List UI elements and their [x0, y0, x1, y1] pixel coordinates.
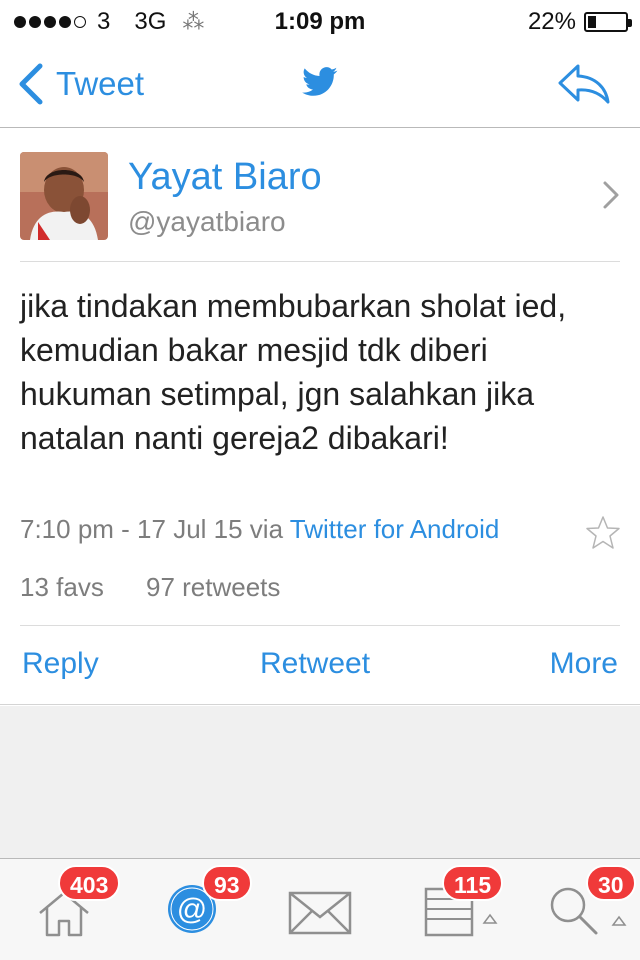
retweet-button[interactable]: Retweet: [260, 647, 370, 681]
reply-arrow-icon[interactable]: [556, 62, 612, 106]
status-right: 22%: [527, 8, 632, 36]
tab-home[interactable]: 403: [0, 859, 128, 960]
svg-text:@: @: [177, 893, 207, 926]
favs-count[interactable]: 13 favs: [20, 572, 104, 603]
chevron-right-icon: [603, 181, 619, 209]
mentions-badge: 93: [202, 865, 252, 901]
tab-bar: 403 @ 93 115 30: [0, 858, 640, 960]
search-badge: 30: [586, 865, 636, 901]
tweet-stats: 13 favs 97 retweets: [20, 552, 620, 626]
battery-percent: 22%: [527, 8, 576, 35]
retweets-count[interactable]: 97 retweets: [146, 572, 280, 603]
avatar: [20, 152, 108, 240]
messages-icon: [288, 891, 352, 935]
tweet-text: jika tindakan membubarkan sholat ied, ke…: [20, 288, 567, 456]
tweet-actions: Reply Retweet More: [0, 627, 640, 705]
empty-content-area: [0, 706, 640, 860]
author-display-name: Yayat Biaro: [128, 156, 322, 198]
back-button[interactable]: Tweet: [14, 62, 144, 106]
author-handle: @yayatbiaro: [128, 206, 286, 237]
back-label: Tweet: [56, 65, 145, 102]
more-button[interactable]: More: [550, 647, 618, 681]
tab-mentions[interactable]: @ 93: [128, 859, 256, 960]
tweet-source-link[interactable]: Twitter for Android: [290, 514, 500, 544]
lists-badge: 115: [442, 865, 504, 901]
home-badge: 403: [58, 865, 121, 901]
twitter-bird-icon: [302, 67, 338, 96]
tweet-timestamp: 7:10 pm - 17 Jul 15 via: [20, 514, 290, 544]
chevron-left-icon: [19, 63, 43, 105]
status-bar: 3 3G ⁂ 1:09 pm 22%: [0, 0, 640, 40]
battery-icon: [584, 12, 632, 32]
star-icon[interactable]: [584, 514, 622, 552]
tweet-meta: 7:10 pm - 17 Jul 15 via Twitter for Andr…: [20, 514, 499, 545]
author-profile-row[interactable]: Yayat Biaro @yayatbiaro: [20, 150, 620, 262]
tab-messages[interactable]: [256, 859, 384, 960]
tab-lists[interactable]: 115: [384, 859, 512, 960]
tab-search[interactable]: 30: [512, 859, 640, 960]
reply-button[interactable]: Reply: [22, 647, 99, 681]
navigation-bar: Tweet: [0, 40, 640, 128]
